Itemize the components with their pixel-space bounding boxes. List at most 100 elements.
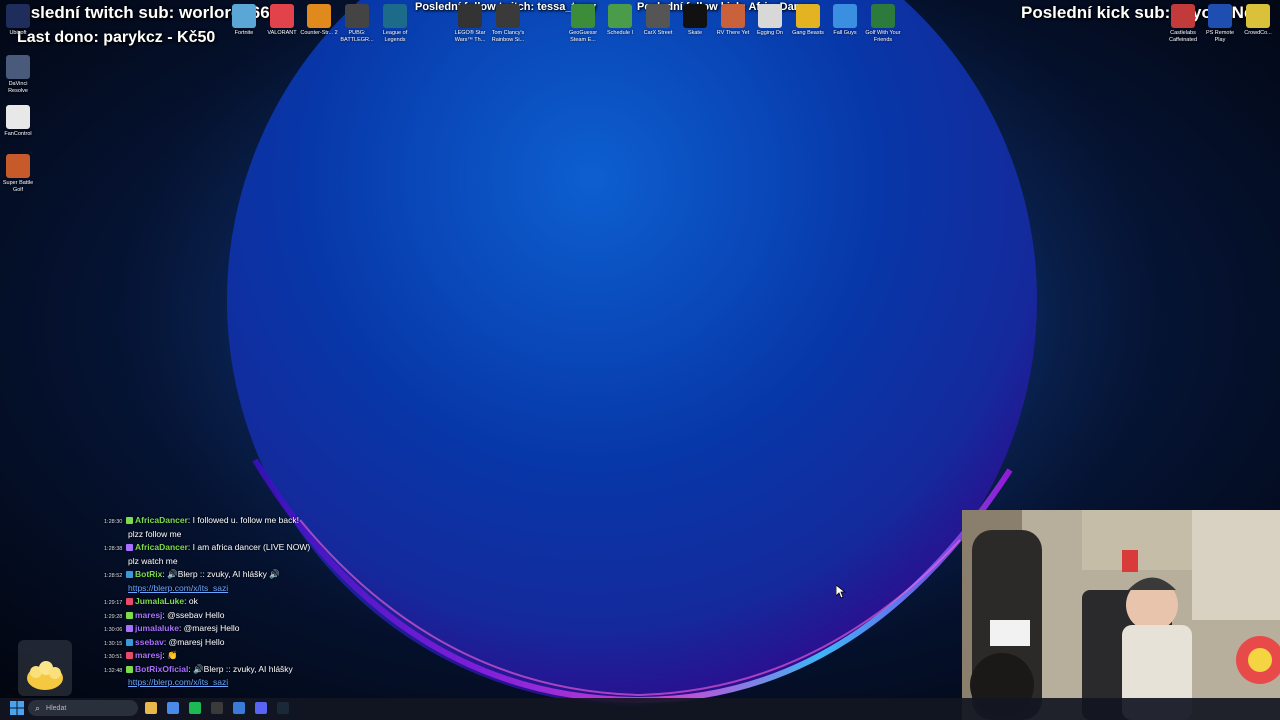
desktop-icon-ps-remote-play[interactable]: PS Remote Play	[1200, 4, 1240, 43]
browser-icon[interactable]	[233, 702, 245, 714]
chat-timestamp: 1:30:15	[104, 640, 123, 647]
chat-text: : 🔊Blerp :: zvuky, AI hlášky 🔊	[162, 569, 280, 579]
carx-street-icon	[646, 4, 670, 28]
chat-message: 1:28:30 AfricaDancer: I followed u. follo…	[104, 515, 299, 525]
crowdcontrol-icon	[1246, 4, 1270, 28]
desktop-icon-gang-beasts[interactable]: Gang Beasts	[788, 4, 828, 37]
geoguessr-icon	[571, 4, 595, 28]
desktop-icon-label: Fall Guys	[833, 30, 857, 36]
desktop-icon-fall-guys[interactable]: Fall Guys	[825, 4, 865, 37]
desktop-icon-league-of-legends[interactable]: League of Legends	[375, 4, 415, 43]
desktop-icon-valorant[interactable]: VALORANT	[262, 4, 302, 37]
chat-badge-icon	[126, 665, 133, 673]
search-icon: ⌕	[35, 702, 41, 713]
pubg-icon	[345, 4, 369, 28]
chat-username: ssebav	[135, 636, 164, 647]
desktop-icon-geoguessr[interactable]: GeoGuessr Steam E...	[563, 4, 603, 43]
desktop-icon-label: Counter-Str... 2	[300, 30, 338, 36]
chat-message: 1:30:51 maresj: 👏	[104, 650, 178, 661]
steam-icon[interactable]	[277, 702, 289, 714]
desktop-icon-label: CrowdCo...	[1244, 30, 1272, 36]
golf-with-friends-icon	[871, 4, 895, 28]
chat-link[interactable]: https://blerp.com/x/its_sazi	[128, 677, 228, 687]
desktop-icon-label: Skate	[687, 30, 703, 36]
desktop-icon-label: CarX Street	[643, 30, 673, 36]
ubisoft-icon	[6, 4, 30, 28]
chat-link-row: https://blerp.com/x/its_sazi	[104, 677, 228, 687]
desktop-icon-skate[interactable]: Skate	[675, 4, 715, 37]
taskbar: ⌕ Hledat	[0, 698, 1280, 720]
obs-icon[interactable]	[211, 702, 223, 714]
davinci-resolve-icon	[6, 55, 30, 79]
chat-badge-icon	[126, 652, 133, 660]
fortnite-icon	[232, 4, 256, 28]
chat-badge-icon	[126, 598, 133, 606]
desktop-icon-rainbow-six[interactable]: Tom Clancy's Rainbow Si...	[488, 4, 528, 43]
desktop-icon-label: Tom Clancy's Rainbow Si...	[491, 30, 525, 43]
fall-guys-icon	[833, 4, 857, 28]
chat-username: BotRix	[135, 569, 163, 579]
chat-username: AfricaDancer	[135, 542, 188, 552]
desktop-icon-davinci-resolve[interactable]: DaVinci Resolve	[0, 55, 38, 94]
chat-text: : 👏	[162, 650, 178, 660]
desktop-icon-label: Castlelabs Caffeinated	[1168, 30, 1198, 43]
chat-username: AfricaDancer	[135, 515, 188, 525]
desktop-icon-counter-strike[interactable]: Counter-Str... 2	[299, 4, 339, 37]
chat-timestamp: 1:28:52	[104, 573, 123, 579]
discord-icon[interactable]	[255, 702, 267, 714]
chat-link-row: https://blerp.com/x/its_sazi	[104, 583, 228, 593]
desktop-icon-carx-street[interactable]: CarX Street	[638, 4, 678, 37]
chat-timestamp: 1:29:17	[104, 600, 123, 606]
desktop-icon-caffeinated[interactable]: Castlelabs Caffeinated	[1163, 4, 1203, 43]
chat-text-continuation: plzz follow me	[128, 528, 182, 539]
chat-text: : ok	[184, 596, 198, 606]
windows-start-icon[interactable]	[10, 701, 24, 715]
chat-text: : @maresj Hello	[178, 623, 240, 633]
desktop-icon-fortnite[interactable]: Fortnite	[224, 4, 264, 37]
caffeinated-icon	[1171, 4, 1195, 28]
valorant-icon	[270, 4, 294, 28]
desktop-icon-lego-star-wars[interactable]: LEGO® Star Wars™ Th...	[450, 4, 490, 43]
desktop-icon-label: Gang Beasts	[792, 30, 824, 36]
chat-text: : I followed u. follow me back!	[187, 515, 299, 525]
desktop-icon-schedule-one[interactable]: Schedule I	[600, 4, 640, 37]
taskbar-widget-preview[interactable]	[18, 640, 72, 696]
desktop-icon-fancontrol[interactable]: FanControl	[0, 105, 38, 138]
chrome-icon[interactable]	[167, 702, 179, 714]
chat-username: maresj	[135, 609, 163, 620]
chat-message: 1:30:06 jumalaluke: @maresj Hello	[104, 623, 240, 633]
desktop-icon-ubisoft[interactable]: Ubisoft	[0, 4, 38, 37]
chat-timestamp: 1:30:06	[104, 627, 123, 633]
chat-message: 1:32:48 BotRixOficial: 🔊Blerp :: zvuky, A…	[104, 664, 293, 675]
spotify-icon[interactable]	[189, 702, 201, 714]
popcorn-icon	[27, 661, 63, 690]
chat-timestamp: 1:28:30	[104, 519, 123, 525]
desktop-icon-label: Ubisoft	[9, 30, 27, 36]
taskbar-search-box[interactable]: ⌕ Hledat	[28, 700, 138, 716]
ps-remote-play-icon	[1208, 4, 1232, 28]
chat-timestamp: 1:29:28	[104, 613, 123, 620]
chat-link[interactable]: https://blerp.com/x/its_sazi	[128, 583, 228, 593]
desktop-icon-label: Schedule I	[607, 30, 633, 36]
egging-on-icon	[758, 4, 782, 28]
lego-star-wars-icon	[458, 4, 482, 28]
desktop-icon-rv-there-yet[interactable]: RV There Yet	[713, 4, 753, 37]
chat-text-continuation: plz watch me	[128, 555, 178, 566]
desktop-icon-crowdcontrol[interactable]: CrowdCo...	[1238, 4, 1278, 37]
chat-username: BotRixOficial	[135, 663, 189, 674]
desktop-icon-pubg[interactable]: PUBG: BATTLEGR...	[337, 4, 377, 43]
desktop-icon-label: FanControl	[4, 131, 32, 137]
desktop-icon-golf-with-friends[interactable]: Golf With Your Friends	[863, 4, 903, 43]
desktop-icon-label: Super Battle Golf	[2, 180, 34, 193]
chat-username: jumalaluke	[135, 623, 179, 633]
desktop-icon-label: GeoGuessr Steam E...	[568, 30, 598, 43]
desktop-icon-super-battle-golf[interactable]: Super Battle Golf	[0, 154, 38, 193]
desktop-icon-label: PUBG: BATTLEGR...	[340, 30, 374, 43]
chat-badge-icon	[126, 625, 133, 633]
chat-username: JumalaLuke	[135, 596, 185, 606]
desktop-icon-egging-on[interactable]: Egging On	[750, 4, 790, 37]
desktop-icon-label: RV There Yet	[716, 30, 750, 36]
skate-icon	[683, 4, 707, 28]
file-explorer-icon[interactable]	[145, 702, 157, 714]
chat-message: 1:29:28 maresj: @ssebav Hello	[104, 610, 224, 620]
